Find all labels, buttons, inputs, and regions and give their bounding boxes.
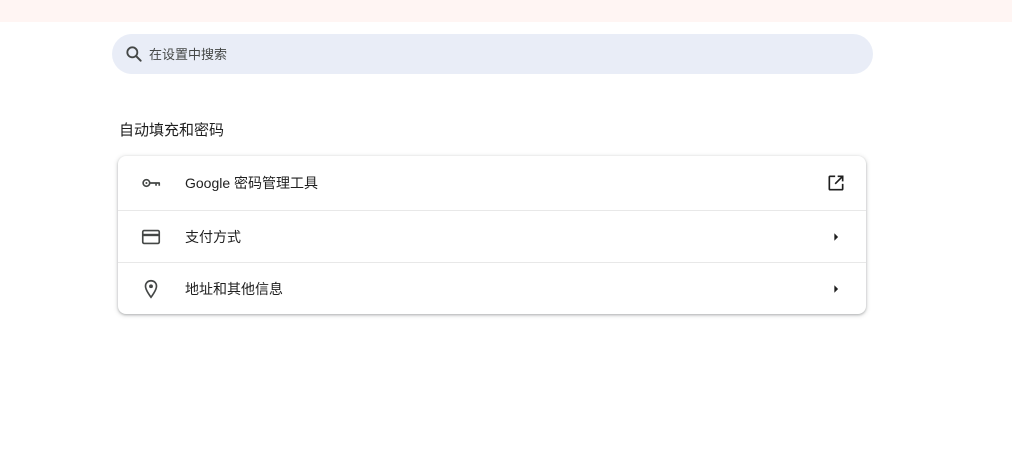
arrow-right-icon[interactable] [826, 279, 846, 299]
section-title-autofill: 自动填充和密码 [119, 122, 225, 139]
row-payment-methods[interactable]: 支付方式 [118, 210, 866, 262]
location-pin-icon [140, 278, 162, 300]
row-label: 地址和其他信息 [185, 280, 283, 297]
open-in-new-icon[interactable] [826, 173, 846, 193]
search-input[interactable] [149, 34, 849, 74]
search-bar[interactable] [112, 34, 873, 74]
key-icon [140, 172, 162, 194]
credit-card-icon [140, 226, 162, 248]
row-google-password-manager[interactable]: Google 密码管理工具 [118, 157, 866, 209]
row-label: 支付方式 [185, 228, 241, 245]
row-addresses[interactable]: 地址和其他信息 [118, 262, 866, 314]
arrow-right-icon[interactable] [826, 227, 846, 247]
autofill-card: Google 密码管理工具 支付方式 地址和其他信息 [118, 156, 866, 314]
search-icon [123, 43, 145, 65]
top-strip [0, 0, 1012, 22]
row-label: Google 密码管理工具 [185, 175, 319, 191]
